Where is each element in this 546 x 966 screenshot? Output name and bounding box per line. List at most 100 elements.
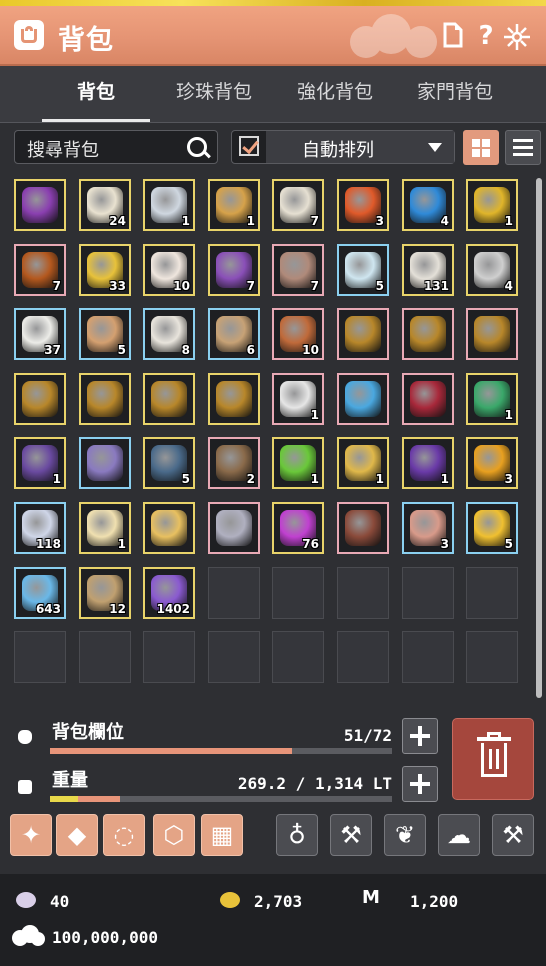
empty-slot[interactable]: [466, 631, 518, 683]
inventory-slot[interactable]: 3: [466, 437, 518, 489]
silver-value: 100,000,000: [52, 928, 158, 947]
empty-slot[interactable]: [272, 631, 324, 683]
inventory-slot[interactable]: 10: [272, 308, 324, 360]
anvil-button[interactable]: ☁: [438, 814, 480, 856]
grid-view-button[interactable]: [463, 130, 499, 165]
inventory-slot[interactable]: 7: [272, 244, 324, 296]
inventory-slot[interactable]: 4: [402, 179, 454, 231]
empty-slot[interactable]: [402, 567, 454, 619]
crystal-button[interactable]: ⬡: [153, 814, 195, 856]
inventory-slot[interactable]: 1: [337, 437, 389, 489]
empty-slot[interactable]: [79, 631, 131, 683]
inventory-slot[interactable]: 5: [466, 502, 518, 554]
auto-sort-checkbox[interactable]: [239, 136, 259, 156]
inventory-slot[interactable]: 7: [208, 244, 260, 296]
inventory-slot[interactable]: 5: [143, 437, 195, 489]
title-bar[interactable]: 背包 ?: [0, 6, 546, 66]
inventory-slot[interactable]: [14, 373, 66, 425]
tab-bag[interactable]: 背包: [32, 66, 160, 122]
inventory-slot[interactable]: 1: [466, 373, 518, 425]
inventory-slot[interactable]: 12: [79, 567, 131, 619]
inventory-slot[interactable]: [79, 437, 131, 489]
item-quantity: 131: [423, 279, 449, 293]
inventory-slot[interactable]: 8: [143, 308, 195, 360]
inventory-slot[interactable]: 6: [208, 308, 260, 360]
inventory-slot[interactable]: 1: [143, 179, 195, 231]
inventory-slot[interactable]: 1: [208, 179, 260, 231]
inventory-slot[interactable]: [337, 502, 389, 554]
empty-slot[interactable]: [208, 567, 260, 619]
swirl-button[interactable]: ❦: [384, 814, 426, 856]
inventory-slot[interactable]: 118: [14, 502, 66, 554]
moon-ring-button[interactable]: ◌: [103, 814, 145, 856]
document-icon[interactable]: [440, 22, 466, 50]
inventory-slot[interactable]: 1: [272, 437, 324, 489]
inventory-slot[interactable]: 10: [143, 244, 195, 296]
sort-dropdown[interactable]: 自動排列: [266, 131, 454, 163]
empty-slot[interactable]: [337, 631, 389, 683]
item-quantity: 7: [310, 214, 319, 228]
hammer-button[interactable]: ⚒: [330, 814, 372, 856]
empty-slot[interactable]: [143, 631, 195, 683]
inventory-slot[interactable]: 7: [272, 179, 324, 231]
tab-enhance-bag[interactable]: 強化背包: [271, 66, 399, 122]
inventory-slot[interactable]: 1: [14, 437, 66, 489]
inventory-slot[interactable]: [143, 502, 195, 554]
list-view-button[interactable]: [505, 130, 541, 165]
inventory-slot[interactable]: [402, 308, 454, 360]
weight-value: 269.2 / 1,314 LT: [237, 774, 392, 793]
inventory-slot[interactable]: 5: [79, 308, 131, 360]
inventory-slot[interactable]: 1: [79, 502, 131, 554]
inventory-slot[interactable]: 76: [272, 502, 324, 554]
inventory-slot[interactable]: 1: [272, 373, 324, 425]
inventory-slot[interactable]: 1: [466, 179, 518, 231]
empty-slot[interactable]: [208, 631, 260, 683]
help-icon[interactable]: ?: [473, 22, 499, 50]
inventory-slot[interactable]: [208, 502, 260, 554]
inventory-slot[interactable]: 1402: [143, 567, 195, 619]
inventory-slot[interactable]: 24: [79, 179, 131, 231]
inventory-slot[interactable]: [79, 373, 131, 425]
inventory-slot[interactable]: [337, 373, 389, 425]
expand-capacity-button[interactable]: [402, 718, 438, 754]
inventory-slot[interactable]: 3: [402, 502, 454, 554]
inventory-slot[interactable]: 643: [14, 567, 66, 619]
inventory-slot[interactable]: 1: [402, 437, 454, 489]
inventory-slot[interactable]: 7: [14, 244, 66, 296]
scrollbar-thumb[interactable]: [536, 178, 542, 698]
empty-slot[interactable]: [337, 567, 389, 619]
inventory-slot[interactable]: 4: [466, 244, 518, 296]
scrollbar[interactable]: [536, 178, 542, 698]
inventory-slot[interactable]: [402, 373, 454, 425]
inventory-slot[interactable]: [143, 373, 195, 425]
empty-slot[interactable]: [466, 567, 518, 619]
trash-button[interactable]: [452, 718, 534, 800]
lantern-button[interactable]: ♁: [276, 814, 318, 856]
gem-button[interactable]: ◆: [56, 814, 98, 856]
inventory-slot[interactable]: 5: [337, 244, 389, 296]
tab-pearl-bag[interactable]: 珍珠背包: [150, 66, 278, 122]
expand-weight-button[interactable]: [402, 766, 438, 802]
tab-family-bag[interactable]: 家門背包: [391, 66, 519, 122]
close-flower-icon[interactable]: [502, 22, 530, 50]
inventory-slot[interactable]: 3: [337, 179, 389, 231]
search-icon[interactable]: [187, 137, 207, 157]
capacity-bar: [50, 748, 392, 754]
empty-slot[interactable]: [272, 567, 324, 619]
inventory-slot[interactable]: 2: [208, 437, 260, 489]
search-input[interactable]: 搜尋背包: [14, 130, 218, 164]
inventory-slot[interactable]: 131: [402, 244, 454, 296]
list-icon-line: [513, 146, 533, 149]
inventory-grid: 24 1 1 7 3 4 1 7 33 10 7 7 5 131 4 37 5 8 6 10 1 1 1 5 2 1 1 1 3 118 1…: [10, 175, 530, 695]
inventory-slot[interactable]: 37: [14, 308, 66, 360]
inventory-slot[interactable]: [208, 373, 260, 425]
enhance-wand-button[interactable]: ✦: [10, 814, 52, 856]
grid-dots-button[interactable]: ▦: [201, 814, 243, 856]
inventory-slot[interactable]: [466, 308, 518, 360]
inventory-slot[interactable]: 33: [79, 244, 131, 296]
inventory-slot[interactable]: [14, 179, 66, 231]
empty-slot[interactable]: [402, 631, 454, 683]
inventory-slot[interactable]: [337, 308, 389, 360]
mallet-button[interactable]: ⚒: [492, 814, 534, 856]
empty-slot[interactable]: [14, 631, 66, 683]
